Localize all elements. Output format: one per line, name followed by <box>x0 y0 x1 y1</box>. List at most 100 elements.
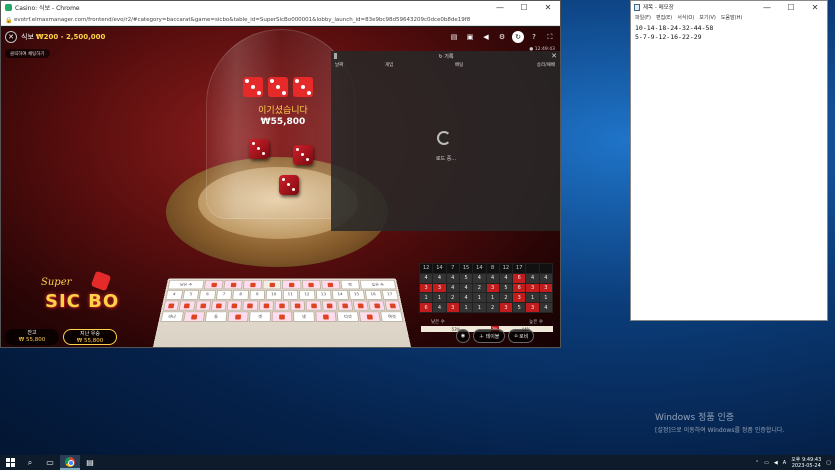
notepad-maximize-button[interactable]: ☐ <box>779 1 803 14</box>
network-icon[interactable]: ▭ <box>764 460 769 466</box>
start-button[interactable] <box>0 455 20 470</box>
loading-spinner-icon <box>437 131 451 145</box>
bet-single-5[interactable]: 다섯 <box>336 311 360 322</box>
notepad-close-button[interactable]: ✕ <box>803 1 827 14</box>
bet-combo[interactable] <box>162 300 180 311</box>
lobby-button[interactable]: ⌂ 로비 <box>508 329 535 343</box>
menu-edit[interactable]: 편집(E) <box>656 14 672 21</box>
bet-single-die[interactable] <box>226 311 249 322</box>
bet-total[interactable]: 13 <box>315 290 332 300</box>
video-icon[interactable]: ▣ <box>464 31 476 43</box>
roadmap-cell: 1 <box>433 293 446 303</box>
close-history-button[interactable]: ✕ <box>551 52 557 60</box>
bet-total[interactable]: 12 <box>298 290 316 300</box>
bet-combo[interactable] <box>258 300 274 311</box>
bet-combo[interactable] <box>242 300 259 311</box>
bet-single-4[interactable]: 넷 <box>293 311 315 322</box>
top-icons: ▤ ▣ ◀ ⚙ ↻ ? ⛶ <box>448 31 556 43</box>
bet-total[interactable]: 4 <box>165 290 183 300</box>
history-title: ↻ 기록 <box>438 53 454 60</box>
bet-single-die[interactable] <box>182 311 206 322</box>
bet-combo[interactable] <box>226 300 243 311</box>
chat-join-pill[interactable]: 클릭하여 채팅하기 <box>5 49 50 58</box>
game-area: ✕ 식보 ₩200 - 2,500,000 ▤ ▣ ◀ ⚙ ↻ ? ⛶ ● 12:… <box>1 27 560 347</box>
bet-total[interactable]: 7 <box>215 290 233 300</box>
maximize-button[interactable]: ☐ <box>512 1 536 14</box>
bet-total[interactable]: 17 <box>381 290 399 300</box>
bet-combo[interactable] <box>178 300 196 311</box>
notepad-text-area[interactable]: 10-14-18-24-32-44-58 5-7-9-12-16-22-29 <box>631 22 827 44</box>
bet-single-die[interactable] <box>315 311 338 322</box>
bet-triple[interactable] <box>243 279 263 290</box>
bet-combo[interactable] <box>352 300 370 311</box>
bet-triple[interactable] <box>282 279 302 290</box>
roadmap-cell: 4 <box>486 273 499 283</box>
task-view-icon[interactable]: ▭ <box>40 455 60 470</box>
bet-triple[interactable] <box>204 279 224 290</box>
roadmap-cell: 3 <box>513 293 526 303</box>
bet-combo[interactable] <box>368 300 386 311</box>
close-window-button[interactable]: ✕ <box>536 1 560 14</box>
eye-icon[interactable]: ◉ <box>456 329 470 343</box>
bet-single-3[interactable]: 셋 <box>249 311 271 322</box>
fullscreen-icon[interactable]: ⛶ <box>544 31 556 43</box>
die-1 <box>249 139 269 159</box>
bet-combo[interactable] <box>194 300 212 311</box>
help-icon[interactable]: ? <box>528 31 540 43</box>
menu-file[interactable]: 파일(F) <box>635 14 651 21</box>
window-title: Casino: 식보 - Chrome <box>15 5 80 12</box>
address-bar[interactable]: 🔒 evotrf.elmaxmanager.com/frontend/evo/r… <box>1 14 560 26</box>
bet-total[interactable]: 15 <box>348 290 366 300</box>
bet-combo[interactable] <box>384 300 402 311</box>
drag-handle-icon[interactable] <box>334 53 337 59</box>
bet-triple[interactable] <box>320 279 341 290</box>
minimize-button[interactable]: — <box>488 1 512 14</box>
bet-triple[interactable] <box>223 279 244 290</box>
bet-combo[interactable] <box>337 300 354 311</box>
bet-small[interactable]: 낮은 수 <box>167 279 205 290</box>
chevron-up-icon[interactable]: ⌃ <box>755 460 759 466</box>
roadmap-cell: 6 <box>513 283 526 293</box>
bet-single-1[interactable]: 하나 <box>160 311 184 322</box>
die-2 <box>293 145 313 165</box>
bet-total[interactable]: 8 <box>232 290 249 300</box>
menu-view[interactable]: 보기(V) <box>699 14 716 21</box>
bet-big[interactable]: 높은 수 <box>359 279 397 290</box>
bet-combo[interactable] <box>321 300 338 311</box>
table-button[interactable]: ＋ 테이블 <box>473 329 506 343</box>
bet-total[interactable]: 14 <box>331 290 349 300</box>
settings-icon[interactable]: ⚙ <box>496 31 508 43</box>
bet-combo[interactable] <box>305 300 322 311</box>
history-icon[interactable]: ↻ <box>512 31 524 43</box>
notification-icon[interactable]: ▢ <box>826 460 831 466</box>
bet-total[interactable]: 9 <box>248 290 266 300</box>
notepad-minimize-button[interactable]: — <box>755 1 779 14</box>
bet-combo[interactable] <box>290 300 306 311</box>
bet-single-die[interactable] <box>358 311 382 322</box>
bet-even[interactable]: 짝 <box>340 279 360 290</box>
search-icon[interactable]: ⌕ <box>20 455 40 470</box>
clock[interactable]: 오후 9:49:43 2023-05-24 <box>791 457 821 469</box>
menu-format[interactable]: 서식(O) <box>677 14 694 21</box>
bet-combo[interactable] <box>210 300 227 311</box>
menu-help[interactable]: 도움말(H) <box>721 14 742 21</box>
chrome-taskbar-icon[interactable] <box>60 455 80 470</box>
bet-single-6[interactable]: 여섯 <box>380 311 404 322</box>
bet-combo[interactable] <box>274 300 290 311</box>
history-header: ↻ 기록 ✕ <box>331 51 560 61</box>
bet-single-die[interactable] <box>271 311 293 322</box>
bet-any-triple[interactable] <box>262 279 282 290</box>
notepad-taskbar-icon[interactable]: ▤ <box>80 455 100 470</box>
chat-icon[interactable]: ▤ <box>448 31 460 43</box>
bet-triple[interactable] <box>301 279 321 290</box>
bet-total[interactable]: 6 <box>198 290 216 300</box>
bet-total[interactable]: 11 <box>282 290 299 300</box>
bet-total[interactable]: 16 <box>364 290 383 300</box>
bet-total[interactable]: 5 <box>181 290 200 300</box>
volume-icon[interactable]: ◀ <box>480 31 492 43</box>
language-indicator[interactable]: A <box>783 460 786 466</box>
close-game-button[interactable]: ✕ <box>5 31 17 43</box>
bet-single-2[interactable]: 둘 <box>204 311 228 322</box>
volume-icon[interactable]: ◀ <box>774 460 778 466</box>
bet-total[interactable]: 10 <box>265 290 282 300</box>
